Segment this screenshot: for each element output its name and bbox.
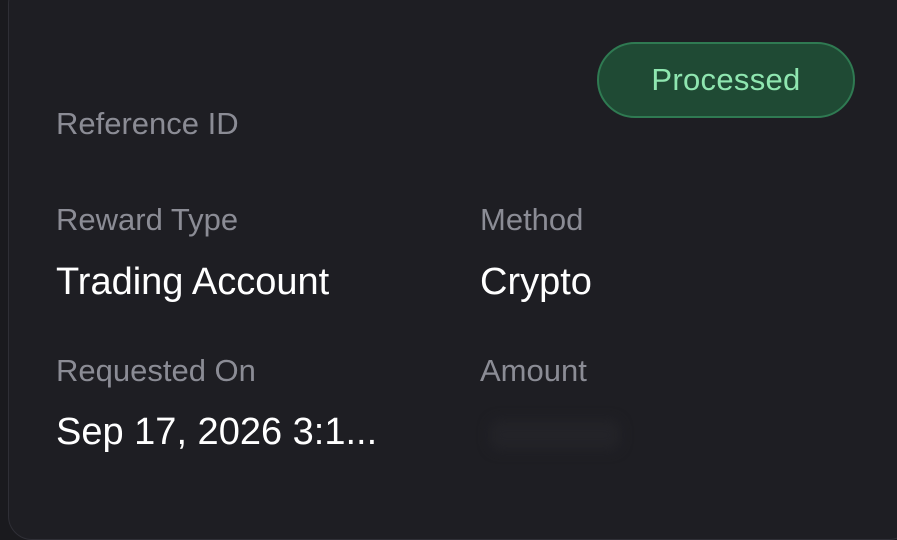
amount-label: Amount <box>480 353 587 388</box>
reward-type-value: Trading Account <box>56 261 330 303</box>
requested-on-value: Sep 17, 2026 3:1... <box>56 411 378 453</box>
method-label: Method <box>480 202 584 237</box>
status-badge: Processed <box>597 42 855 118</box>
amount-value-redacted <box>490 420 620 450</box>
requested-on-label: Requested On <box>56 353 256 388</box>
reference-id-label: Reference ID <box>56 106 239 141</box>
reward-type-label: Reward Type <box>56 202 239 237</box>
method-value: Crypto <box>480 261 592 303</box>
